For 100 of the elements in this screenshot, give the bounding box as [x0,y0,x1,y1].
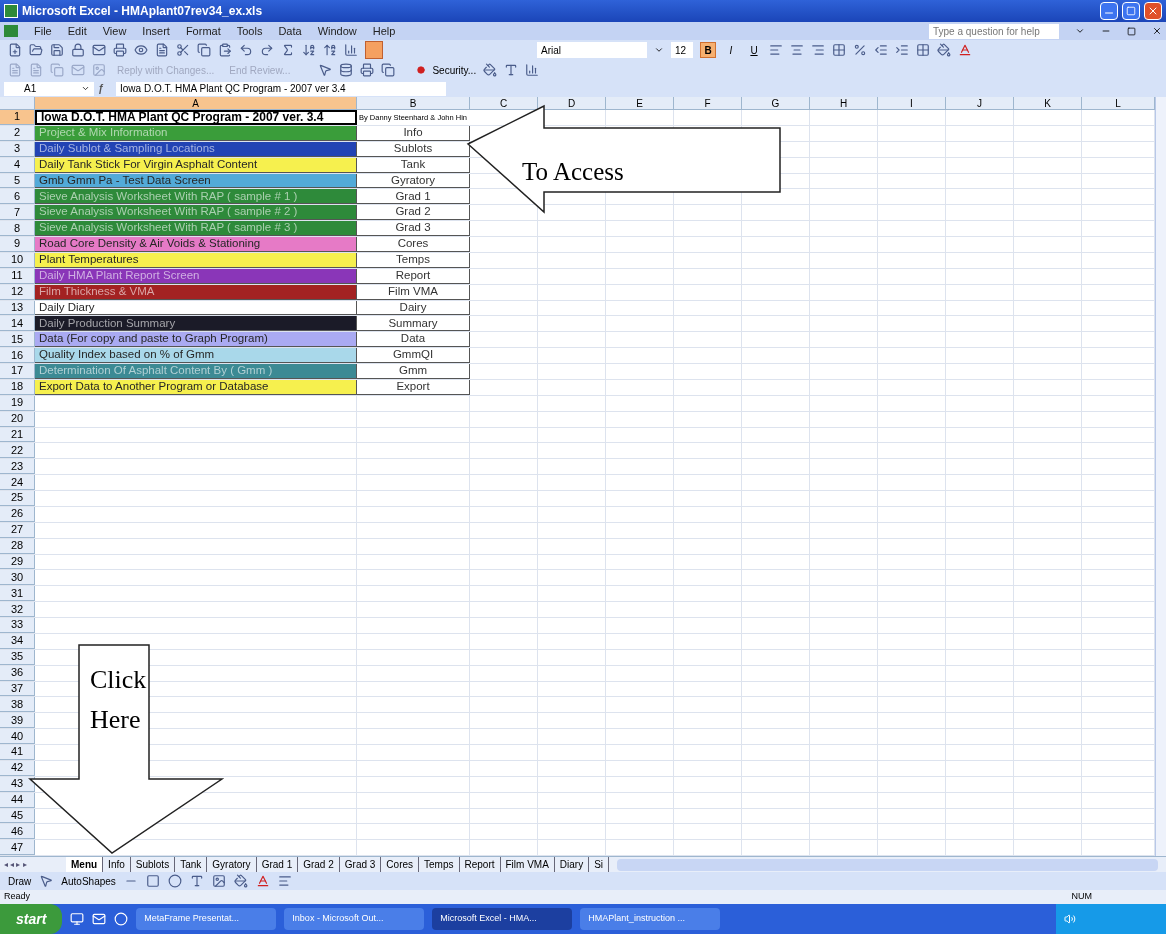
draw-menu-button[interactable]: Draw [8,873,32,889]
name-box[interactable]: A1 [4,81,94,96]
row-header[interactable]: 33 [0,618,35,633]
row-header[interactable]: 31 [0,586,35,602]
row-header[interactable]: 30 [0,570,35,586]
menu-item[interactable]: View [102,22,127,40]
fill-color-icon[interactable] [937,43,951,57]
align-center-icon[interactable] [790,43,804,57]
borders-icon[interactable] [916,43,930,57]
line-style-icon[interactable] [277,874,292,888]
paste-icon[interactable] [218,43,232,57]
menu-item[interactable]: Window [317,22,357,40]
menu-item[interactable]: File [34,22,52,40]
lock-icon[interactable] [71,43,85,57]
vertical-scrollbar[interactable] [1155,97,1166,856]
taskbar-item[interactable]: HMAPlant_instruction ... [580,908,721,930]
chart-icon[interactable] [525,63,540,77]
increase-indent-icon[interactable] [895,43,909,57]
row-header[interactable]: 22 [0,443,35,459]
preview-icon[interactable] [134,43,148,57]
restore-button[interactable] [1122,2,1140,20]
row-header[interactable]: 38 [0,697,35,713]
fill-color-icon[interactable] [233,874,248,888]
undo-icon[interactable] [239,43,253,57]
drawing-toggle-button[interactable] [365,41,383,59]
menu-item[interactable]: Format [185,22,221,40]
decrease-indent-icon[interactable] [874,43,888,57]
new-file-icon[interactable] [8,43,22,57]
rectangle-icon[interactable] [145,874,160,888]
row-header[interactable]: 25 [0,491,35,506]
column-header[interactable]: B [357,97,470,110]
circle-icon[interactable] [114,912,129,926]
security-button[interactable]: Security... [432,62,477,78]
save-icon[interactable] [50,43,64,57]
sheet-tab[interactable]: Menu [66,857,104,872]
copy-icon[interactable] [381,63,396,77]
align-left-icon[interactable] [769,43,783,57]
column-header[interactable]: L [1082,97,1155,110]
pointer-icon[interactable] [39,874,54,888]
format-toggle-button[interactable]: U [746,42,762,58]
row-header[interactable]: 7 [0,205,35,221]
close-icon[interactable] [1152,26,1162,36]
row-header[interactable]: 16 [0,348,35,363]
row-header[interactable]: 46 [0,824,35,840]
align-right-icon[interactable] [811,43,825,57]
dropdown-icon[interactable] [654,45,664,55]
column-header[interactable]: K [1014,97,1082,110]
tab-scroll-buttons[interactable]: ◂ ◂ ▸ ▸ [0,858,66,871]
close-button[interactable] [1144,2,1162,20]
taskbar-item[interactable]: Inbox - Microsoft Out... [284,908,425,930]
column-header[interactable]: F [674,97,742,110]
picture-icon[interactable] [211,874,226,888]
minimize-button[interactable] [1100,2,1118,20]
column-header[interactable]: E [606,97,674,110]
row-header[interactable]: 6 [0,189,35,205]
format-toggle-button[interactable]: B [700,42,716,58]
menu-item[interactable]: Help [372,22,396,40]
row-header[interactable]: 23 [0,459,35,475]
menu-item[interactable]: Edit [67,22,87,40]
taskbar-item[interactable]: MetaFrame Presentat... [136,908,277,930]
chart-icon[interactable] [344,43,358,57]
horizontal-scrollbar[interactable] [617,858,1158,871]
oval-icon[interactable] [167,874,182,888]
database-icon[interactable] [339,63,354,77]
column-header[interactable]: G [742,97,810,110]
cut-icon[interactable] [176,43,190,57]
autoshapes-menu-button[interactable]: AutoShapes [61,873,116,889]
sort-descending-icon[interactable] [323,43,337,57]
textbox-icon[interactable] [189,874,204,888]
font-color-icon[interactable] [255,874,270,888]
row-header[interactable]: 15 [0,332,35,348]
column-header[interactable]: H [810,97,878,110]
percent-icon[interactable] [853,43,867,57]
speaker-icon[interactable] [1064,913,1076,925]
menu-item[interactable]: Insert [142,22,170,40]
sort-ascending-icon[interactable] [302,43,316,57]
formula-field[interactable]: Iowa D.O.T. HMA Plant QC Program - 2007 ver 3.4 [116,81,446,96]
column-header[interactable]: J [946,97,1014,110]
font-size-field[interactable]: 12 [671,42,693,58]
row-header[interactable]: 47 [0,840,35,856]
dropdown-icon[interactable] [1075,26,1085,36]
menu-item[interactable]: Data [278,22,302,40]
row-header[interactable]: 9 [0,237,35,252]
function-icon[interactable]: ƒ [98,81,112,96]
menu-item[interactable]: Tools [236,22,263,40]
print-icon[interactable] [360,63,375,77]
redo-icon[interactable] [260,43,274,57]
mail-icon[interactable] [92,43,106,57]
column-header[interactable]: A [35,97,357,110]
record-icon[interactable] [417,66,426,74]
format-toggle-button[interactable]: I [723,42,739,58]
row-header[interactable]: 41 [0,745,35,760]
font-field[interactable]: Arial [537,42,647,58]
print-icon[interactable] [113,43,127,57]
row-header[interactable]: 32 [0,602,35,617]
row-header[interactable]: 8 [0,221,35,236]
pointer-icon[interactable] [318,63,333,77]
row-header[interactable]: 17 [0,364,35,379]
row-header[interactable]: 14 [0,316,35,332]
start-button[interactable]: start [0,904,63,934]
